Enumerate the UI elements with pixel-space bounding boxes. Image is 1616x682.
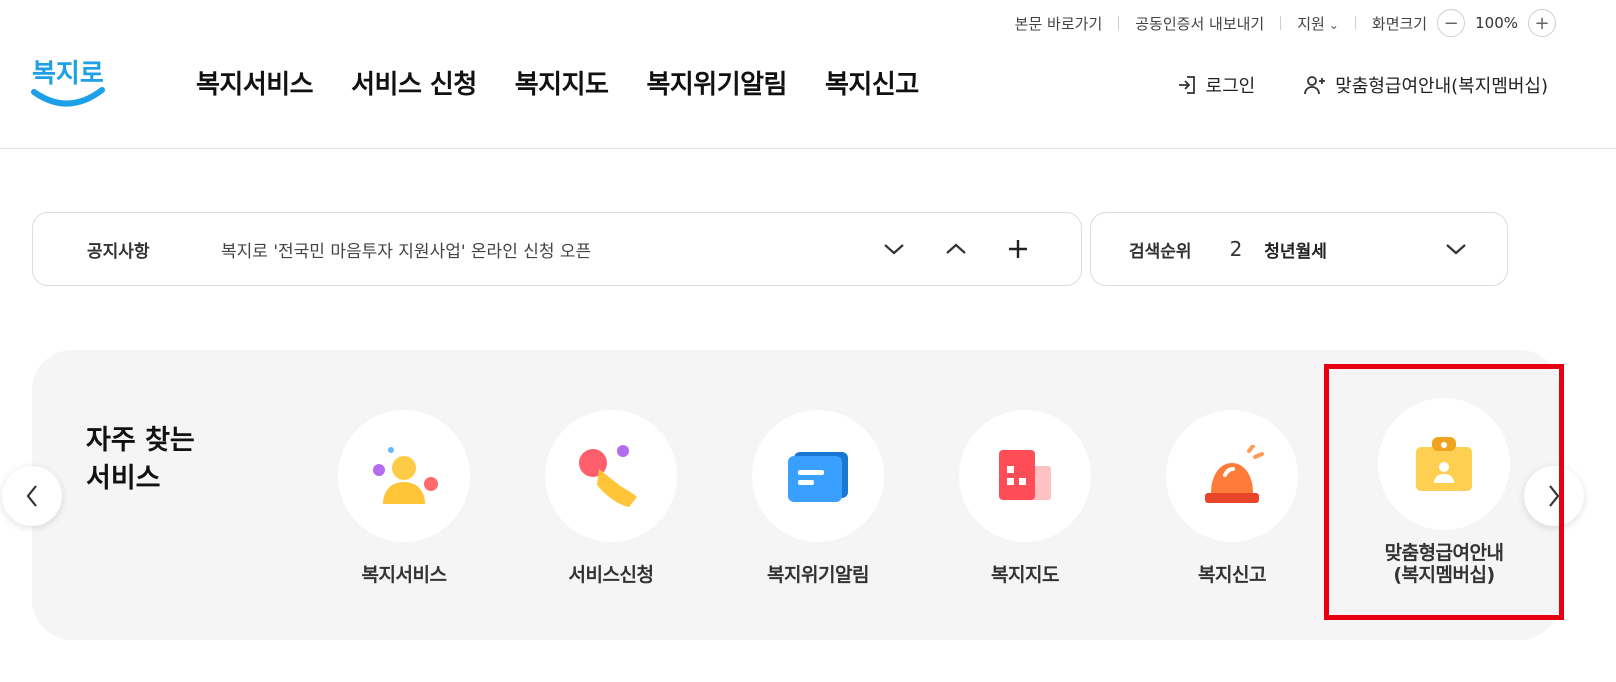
service-welfare-report[interactable]: 복지신고 bbox=[1152, 410, 1312, 587]
minus-icon: − bbox=[1443, 12, 1459, 34]
login-label: 로그인 bbox=[1205, 76, 1256, 97]
service-label: 서비스신청 bbox=[568, 564, 654, 586]
building-icon bbox=[999, 450, 1051, 500]
person-icon bbox=[373, 447, 438, 504]
utility-bar: 본문 바로가기 공동인증서 내보내기 지원 ⌄ 화면크기 − 100% + bbox=[1015, 8, 1556, 38]
service-label: 복지서비스 bbox=[361, 564, 447, 586]
cert-export-link[interactable]: 공동인증서 내보내기 bbox=[1135, 13, 1264, 34]
chevron-down-icon bbox=[1446, 244, 1466, 255]
nav-service-apply[interactable]: 서비스 신청 bbox=[351, 64, 477, 101]
title-line-2: 서비스 bbox=[86, 463, 161, 494]
search-rank-term[interactable]: 청년월세 bbox=[1264, 237, 1441, 262]
zoom-in-button[interactable]: + bbox=[1528, 9, 1556, 37]
screen-size-label: 화면크기 bbox=[1371, 14, 1428, 33]
chevron-left-icon bbox=[26, 485, 37, 507]
service-label: 복지위기알림 bbox=[767, 564, 869, 586]
service-icon-circle bbox=[545, 410, 677, 542]
logo-wordmark: 복지로 bbox=[32, 59, 104, 89]
frequent-services-title: 자주 찾는 서비스 bbox=[86, 422, 195, 498]
service-welfare[interactable]: 복지서비스 bbox=[324, 410, 484, 587]
skip-to-content-link[interactable]: 본문 바로가기 bbox=[1015, 13, 1103, 34]
chevron-down-icon: ⌄ bbox=[1328, 17, 1339, 32]
title-line-1: 자주 찾는 bbox=[86, 425, 195, 456]
service-label: 복지신고 bbox=[1198, 564, 1266, 586]
chevron-up-icon bbox=[946, 243, 966, 254]
notice-next-button[interactable] bbox=[879, 234, 909, 264]
nav-crisis-alert[interactable]: 복지위기알림 bbox=[646, 64, 787, 101]
hand-tap-icon bbox=[579, 445, 637, 507]
support-label: 지원 bbox=[1297, 14, 1325, 33]
search-rank-number: 2 bbox=[1229, 237, 1243, 261]
chevron-down-icon bbox=[884, 244, 904, 255]
divider bbox=[1354, 16, 1356, 30]
siren-icon bbox=[1205, 445, 1264, 503]
notice-label: 공지사항 bbox=[87, 241, 150, 262]
search-rank-expand-button[interactable] bbox=[1441, 234, 1471, 264]
service-apply[interactable]: 서비스신청 bbox=[531, 410, 691, 587]
service-icon-circle bbox=[338, 410, 470, 542]
bokjiro-logo-icon: 복지로 bbox=[31, 59, 105, 107]
support-menu[interactable]: 지원 ⌄ bbox=[1297, 13, 1339, 34]
search-rank-bar: 검색순위 2 청년월세 bbox=[1090, 212, 1508, 286]
header-divider bbox=[0, 148, 1616, 149]
notice-text-link[interactable]: 복지로 '전국민 마음투자 지원사업' 온라인 신청 오픈 bbox=[221, 237, 879, 262]
notice-controls bbox=[879, 234, 1033, 264]
notice-bar: 공지사항 복지로 '전국민 마음투자 지원사업' 온라인 신청 오픈 bbox=[32, 212, 1082, 286]
membership-button[interactable]: 맞춤형급여안내(복지멤버십) bbox=[1303, 72, 1548, 98]
nav-welfare-report[interactable]: 복지신고 bbox=[825, 64, 919, 101]
notice-more-button[interactable] bbox=[1003, 234, 1033, 264]
site-logo[interactable]: 복지로 bbox=[30, 48, 106, 114]
service-icon-circle bbox=[1166, 410, 1298, 542]
divider bbox=[1280, 16, 1282, 30]
service-icon-circle bbox=[959, 410, 1091, 542]
main-nav: 복지서비스 서비스 신청 복지지도 복지위기알림 복지신고 bbox=[196, 64, 919, 101]
plus-icon: + bbox=[1534, 12, 1550, 34]
plus-icon bbox=[1009, 240, 1027, 258]
message-icon bbox=[788, 452, 848, 502]
nav-welfare-map[interactable]: 복지지도 bbox=[515, 64, 609, 101]
nav-welfare-service[interactable]: 복지서비스 bbox=[196, 64, 314, 101]
service-label: 복지지도 bbox=[991, 564, 1059, 586]
carousel-prev-button[interactable] bbox=[2, 466, 62, 526]
service-welfare-map[interactable]: 복지지도 bbox=[945, 410, 1105, 587]
user-add-icon bbox=[1304, 76, 1326, 95]
login-button[interactable]: 로그인 bbox=[1176, 72, 1256, 98]
divider bbox=[1118, 16, 1120, 30]
service-icon-circle bbox=[752, 410, 884, 542]
highlight-box bbox=[1324, 364, 1564, 620]
login-icon bbox=[1178, 76, 1195, 94]
header-actions: 로그인 맞춤형급여안내(복지멤버십) bbox=[1176, 72, 1548, 98]
notice-prev-button[interactable] bbox=[941, 234, 971, 264]
service-crisis-alert[interactable]: 복지위기알림 bbox=[738, 410, 898, 587]
search-rank-label: 검색순위 bbox=[1129, 241, 1192, 262]
zoom-level: 100% bbox=[1475, 14, 1518, 32]
zoom-out-button[interactable]: − bbox=[1437, 9, 1466, 37]
membership-label: 맞춤형급여안내(복지멤버십) bbox=[1335, 76, 1548, 97]
